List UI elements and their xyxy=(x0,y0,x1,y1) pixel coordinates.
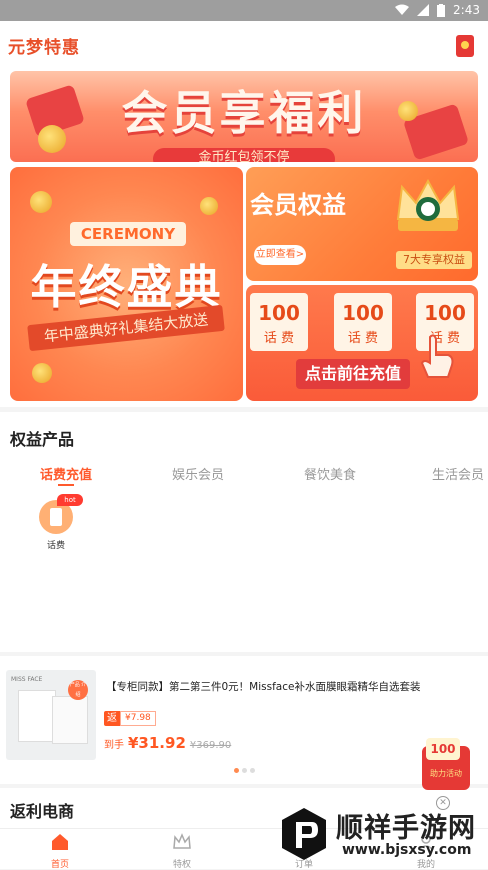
product-phone-bill[interactable]: hot 话费 xyxy=(36,494,83,551)
product-label: 话费 xyxy=(46,541,65,551)
phone-credit-amount: 100 xyxy=(342,301,384,325)
status-time: 2:43 xyxy=(453,3,480,17)
product-box xyxy=(18,690,56,742)
tab-phone-recharge[interactable]: 话费充值 xyxy=(40,464,92,483)
phone-credit-card: 100 话 费 xyxy=(250,293,308,351)
watermark-logo-icon xyxy=(282,808,326,860)
phone-bill-icon: hot xyxy=(39,494,83,534)
floating-promo[interactable]: 100 助力活动 xyxy=(418,736,476,792)
coin-decoration xyxy=(30,191,52,213)
status-icons: 2:43 xyxy=(395,3,480,17)
banner-title: 会员享福利 xyxy=(121,86,367,140)
original-price: ¥369.90 xyxy=(189,740,232,751)
year-end-ceremony-card[interactable]: CEREMONY 年终盛典 年中盛典好礼集结大放送 xyxy=(10,167,243,401)
phone-credit-amount: 100 xyxy=(258,301,300,325)
member-benefits-banner[interactable]: 会员享福利 金币红包领不停 xyxy=(10,71,478,162)
pointing-hand-icon xyxy=(420,334,454,378)
benefit-products-section: 权益产品 话费充值 娱乐会员 餐饮美食 生活会员 hot 话费 xyxy=(0,412,488,652)
status-bar: 2:43 xyxy=(0,0,488,21)
promo-amount: 100 xyxy=(426,738,460,760)
carousel-dot[interactable] xyxy=(250,768,255,773)
promo-text: 助力活动 xyxy=(430,769,462,778)
section-title: 返利电商 xyxy=(10,802,75,821)
watermark-url: www.bjsxsy.com xyxy=(342,842,472,858)
ceremony-tag: CEREMONY xyxy=(70,222,186,246)
coin-decoration xyxy=(200,197,218,215)
tab-life[interactable]: 生活会员 xyxy=(432,464,484,483)
member-rights-card[interactable]: 会员权益 立即查看> 7大专享权益 xyxy=(246,167,478,281)
wifi-icon xyxy=(395,4,410,15)
view-now-button[interactable]: 立即查看> xyxy=(254,245,306,265)
coin-decoration xyxy=(32,363,52,383)
nav-label: 特权 xyxy=(172,860,191,870)
price-label: 到手 xyxy=(104,740,124,751)
nav-home[interactable]: 首页 xyxy=(30,833,90,870)
hot-badge: hot xyxy=(57,494,83,506)
goods-brand: MISS FACE xyxy=(11,676,43,683)
active-tab-indicator xyxy=(58,484,74,486)
watermark-title: 顺祥手游网 xyxy=(336,813,476,844)
nav-label: 首页 xyxy=(50,860,69,870)
product-box xyxy=(52,696,88,744)
phone-credit-amount: 100 xyxy=(424,301,466,325)
home-icon xyxy=(52,834,68,850)
phone-credit-card: 100 话 费 xyxy=(334,293,392,351)
recharge-card[interactable]: 100 话 费 100 话 费 100 话 费 点击前往充值 xyxy=(246,285,478,401)
tab-food[interactable]: 餐饮美食 xyxy=(304,464,356,483)
goods-title[interactable]: 【专柜同款】第二第三件0元！Missface补水面膜眼霜精华自选套装 xyxy=(106,680,482,694)
section-title: 权益产品 xyxy=(10,430,75,449)
rebate-badge: 返 ¥7.98 xyxy=(104,711,156,726)
site-watermark: 顺祥手游网 www.bjsxsy.com xyxy=(276,800,486,866)
battery-icon xyxy=(437,3,446,17)
product-stamp: 产品 介绍 xyxy=(68,680,88,700)
go-recharge-button[interactable]: 点击前往充值 xyxy=(296,359,410,389)
signal-icon xyxy=(417,4,430,16)
final-price: ¥31.92 xyxy=(128,734,186,752)
rebate-tag: 返 xyxy=(104,711,120,726)
crown-icon xyxy=(396,179,460,231)
app-title: 元梦特惠 xyxy=(8,38,80,58)
top-bar: 元梦特惠 xyxy=(0,21,488,67)
banner-pill: 金币红包领不停 xyxy=(153,148,335,162)
carousel-dot[interactable] xyxy=(242,768,247,773)
red-envelope-icon[interactable] xyxy=(456,35,474,57)
carousel-dots xyxy=(234,768,255,773)
rights-badge: 7大专享权益 xyxy=(396,251,472,269)
phone-credit-label: 话 费 xyxy=(347,331,379,346)
carousel-dot[interactable] xyxy=(234,768,239,773)
rebate-amount: ¥7.98 xyxy=(120,711,156,726)
member-rights-title: 会员权益 xyxy=(250,191,346,219)
goods-carousel: MISS FACE 产品 介绍 【专柜同款】第二第三件0元！Missface补水… xyxy=(0,656,488,784)
goods-image[interactable]: MISS FACE 产品 介绍 xyxy=(6,670,96,760)
price-row: 到手 ¥31.92 ¥369.90 xyxy=(104,734,231,752)
crown-icon xyxy=(173,833,191,849)
tab-entertainment[interactable]: 娱乐会员 xyxy=(172,464,224,483)
banner-area: 会员享福利 金币红包领不停 CEREMONY 年终盛典 年中盛典好礼集结大放送 … xyxy=(0,67,488,407)
nav-privilege[interactable]: 特权 xyxy=(152,833,212,870)
phone-credit-label: 话 费 xyxy=(263,331,295,346)
